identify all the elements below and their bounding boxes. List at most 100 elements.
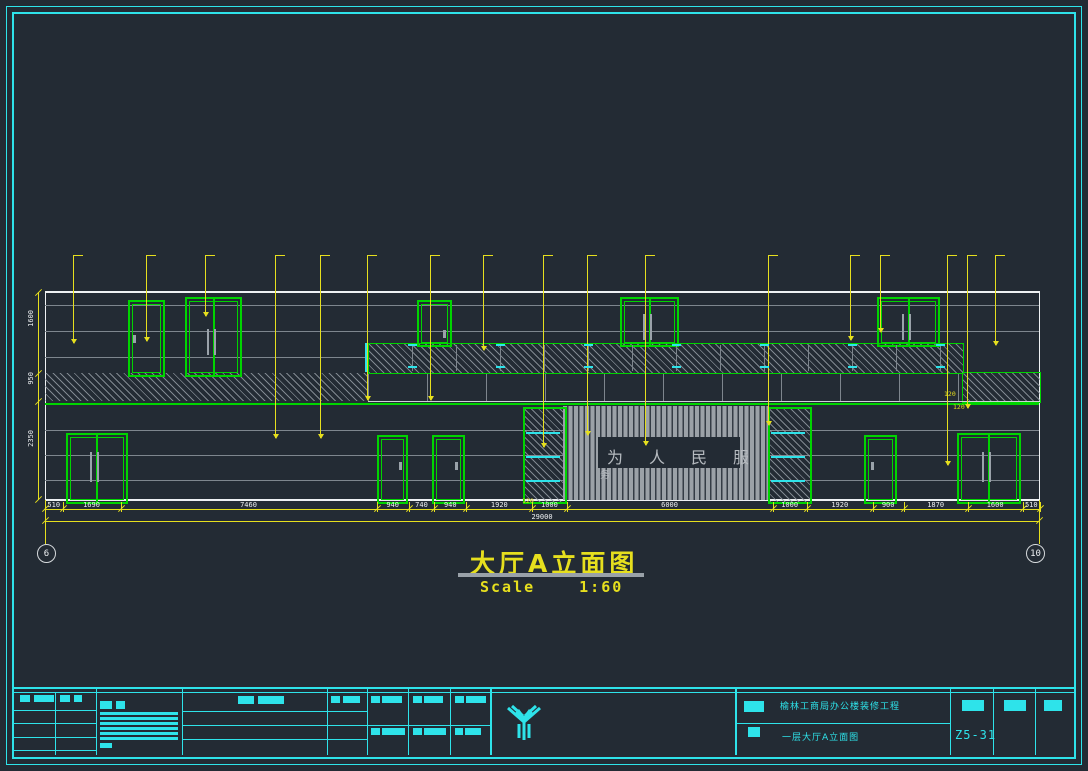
tb-placeholder xyxy=(455,696,464,703)
tb-placeholder xyxy=(100,727,178,730)
dimension-label: 1920 xyxy=(491,501,508,509)
glazing-clip xyxy=(584,344,593,346)
leader-top-bar xyxy=(995,255,1005,256)
tb-placeholder xyxy=(34,695,54,702)
leader-top-bar xyxy=(367,255,377,256)
leader-arrow xyxy=(203,312,209,317)
leader-line xyxy=(367,255,368,400)
tb-placeholder xyxy=(74,695,82,702)
glazing-mullion xyxy=(720,345,721,371)
glazing-mullion xyxy=(632,345,633,371)
glazing-clip xyxy=(936,344,945,346)
drawing-canvas[interactable]: 为人民服 务 1600 950 2350 120 120 120 29000 xyxy=(0,0,1088,771)
tb-placeholder xyxy=(1044,700,1062,711)
dimension-label: 510 xyxy=(1025,501,1038,509)
glazing-clip xyxy=(760,344,769,346)
dimension-label: 510 xyxy=(47,501,60,509)
tb-placeholder xyxy=(1004,700,1026,711)
leader-line xyxy=(146,255,147,341)
dimension-label: 6000 xyxy=(661,501,678,509)
glazing-clip xyxy=(672,344,681,346)
leader-arrow xyxy=(365,396,371,401)
dim-ext xyxy=(466,502,467,512)
tb-divider xyxy=(950,687,951,755)
tb-placeholder xyxy=(382,728,405,735)
tb-placeholder xyxy=(465,728,481,735)
dimension-label: 1690 xyxy=(83,501,100,509)
tb-placeholder xyxy=(258,696,284,704)
tb-placeholder xyxy=(331,696,340,703)
tb-placeholder xyxy=(60,695,70,702)
tb-placeholder xyxy=(100,722,178,725)
tb-row-line xyxy=(14,710,96,711)
leader-top-bar xyxy=(645,255,655,256)
tb-placeholder xyxy=(100,743,112,748)
tb-row-line xyxy=(182,739,367,740)
glazing-clip xyxy=(408,366,417,368)
tb-placeholder xyxy=(744,701,764,712)
leader-arrow xyxy=(766,421,772,426)
tb-placeholder xyxy=(238,696,254,704)
leader-top-bar xyxy=(947,255,957,256)
tb-placeholder xyxy=(371,696,380,703)
tb-placeholder xyxy=(100,732,178,735)
glazing-mullion xyxy=(544,345,545,371)
tb-project-name: 榆林工商局办公楼装修工程 xyxy=(780,699,900,712)
leader-line xyxy=(320,255,321,438)
leader-top-bar xyxy=(967,255,977,256)
dim-ext xyxy=(567,502,568,512)
leader-arrow xyxy=(318,434,324,439)
leader-line xyxy=(645,255,646,445)
leader-arrow xyxy=(481,346,487,351)
linework-layer: 5101690746094074094019201000600010001920… xyxy=(0,0,1088,600)
tb-row-line xyxy=(14,737,96,738)
tb-placeholder xyxy=(748,727,760,737)
tb-divider xyxy=(96,687,97,755)
scale-value: 1:60 xyxy=(579,578,623,596)
tb-divider xyxy=(735,687,737,755)
dimension-label: 740 xyxy=(415,501,428,509)
leader-arrow xyxy=(993,341,999,346)
tb-row-line xyxy=(182,725,367,726)
dimension-label: 1870 xyxy=(927,501,944,509)
dim-ext xyxy=(1040,502,1041,512)
dimension-label: 940 xyxy=(386,501,399,509)
tb-divider xyxy=(1035,687,1036,755)
tb-row-line xyxy=(182,711,367,712)
leader-arrow xyxy=(965,404,971,409)
tb-placeholder xyxy=(382,696,402,703)
tb-divider xyxy=(993,687,994,755)
leader-arrow xyxy=(945,461,951,466)
tb-row-line xyxy=(367,725,490,726)
dim-ext xyxy=(532,502,533,512)
glazing-clip xyxy=(848,366,857,368)
leader-arrow xyxy=(428,396,434,401)
leader-line xyxy=(768,255,769,425)
scale-label: Scale xyxy=(480,578,535,596)
dim-ext xyxy=(873,502,874,512)
leader-arrow xyxy=(541,443,547,448)
dim-ext xyxy=(63,502,64,512)
leader-top-bar xyxy=(543,255,553,256)
dim-ext xyxy=(434,502,435,512)
leader-line xyxy=(947,255,948,465)
glazing-clip xyxy=(848,344,857,346)
tb-grid-line xyxy=(14,692,1074,693)
tb-placeholder xyxy=(100,712,178,715)
leader-line xyxy=(995,255,996,345)
tb-row-line xyxy=(14,750,96,751)
leader-arrow xyxy=(848,336,854,341)
glazing-mullion xyxy=(896,345,897,371)
leader-arrow xyxy=(273,434,279,439)
tb-placeholder xyxy=(413,728,422,735)
dimension-label: 7460 xyxy=(240,501,257,509)
dimension-label: 900 xyxy=(882,501,895,509)
leader-line xyxy=(205,255,206,316)
glazing-clip xyxy=(760,366,769,368)
leader-top-bar xyxy=(850,255,860,256)
company-logo xyxy=(500,700,548,744)
dim-ext xyxy=(45,502,46,512)
leader-top-bar xyxy=(73,255,83,256)
leader-arrow xyxy=(71,339,77,344)
tb-placeholder xyxy=(20,695,30,702)
